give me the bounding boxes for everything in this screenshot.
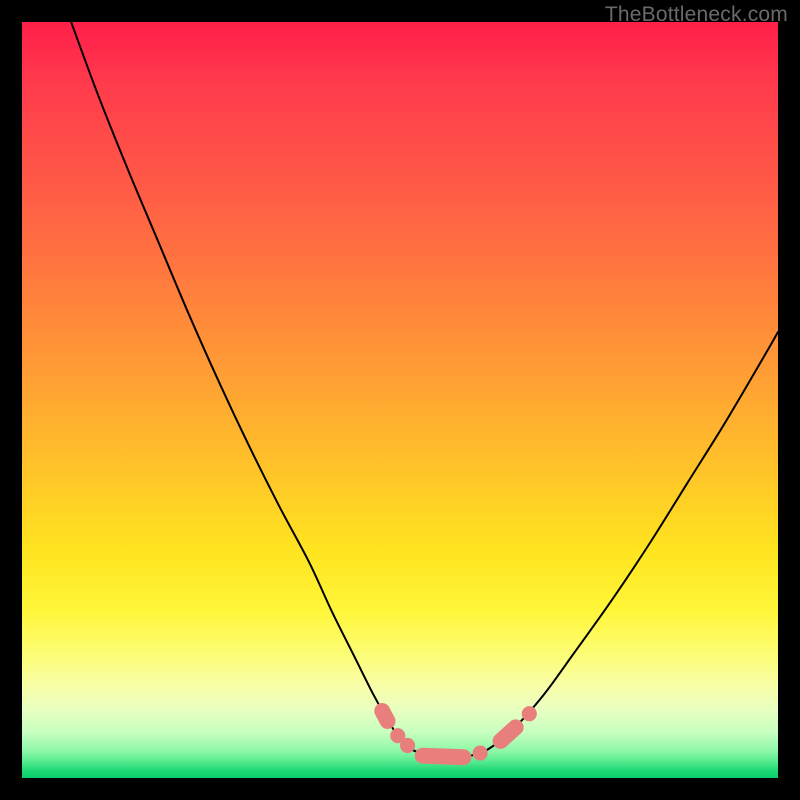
curve-path <box>71 22 778 758</box>
bottleneck-curve <box>71 22 778 758</box>
marker-dot <box>473 745 488 760</box>
marker-capsule <box>371 700 398 731</box>
attribution-label: TheBottleneck.com <box>605 3 788 27</box>
chart-frame: TheBottleneck.com <box>0 0 800 800</box>
marker-dot <box>522 706 537 721</box>
chart-svg <box>0 0 800 800</box>
marker-dot <box>400 738 415 753</box>
valley-markers <box>371 700 536 765</box>
marker-capsule <box>414 748 471 766</box>
